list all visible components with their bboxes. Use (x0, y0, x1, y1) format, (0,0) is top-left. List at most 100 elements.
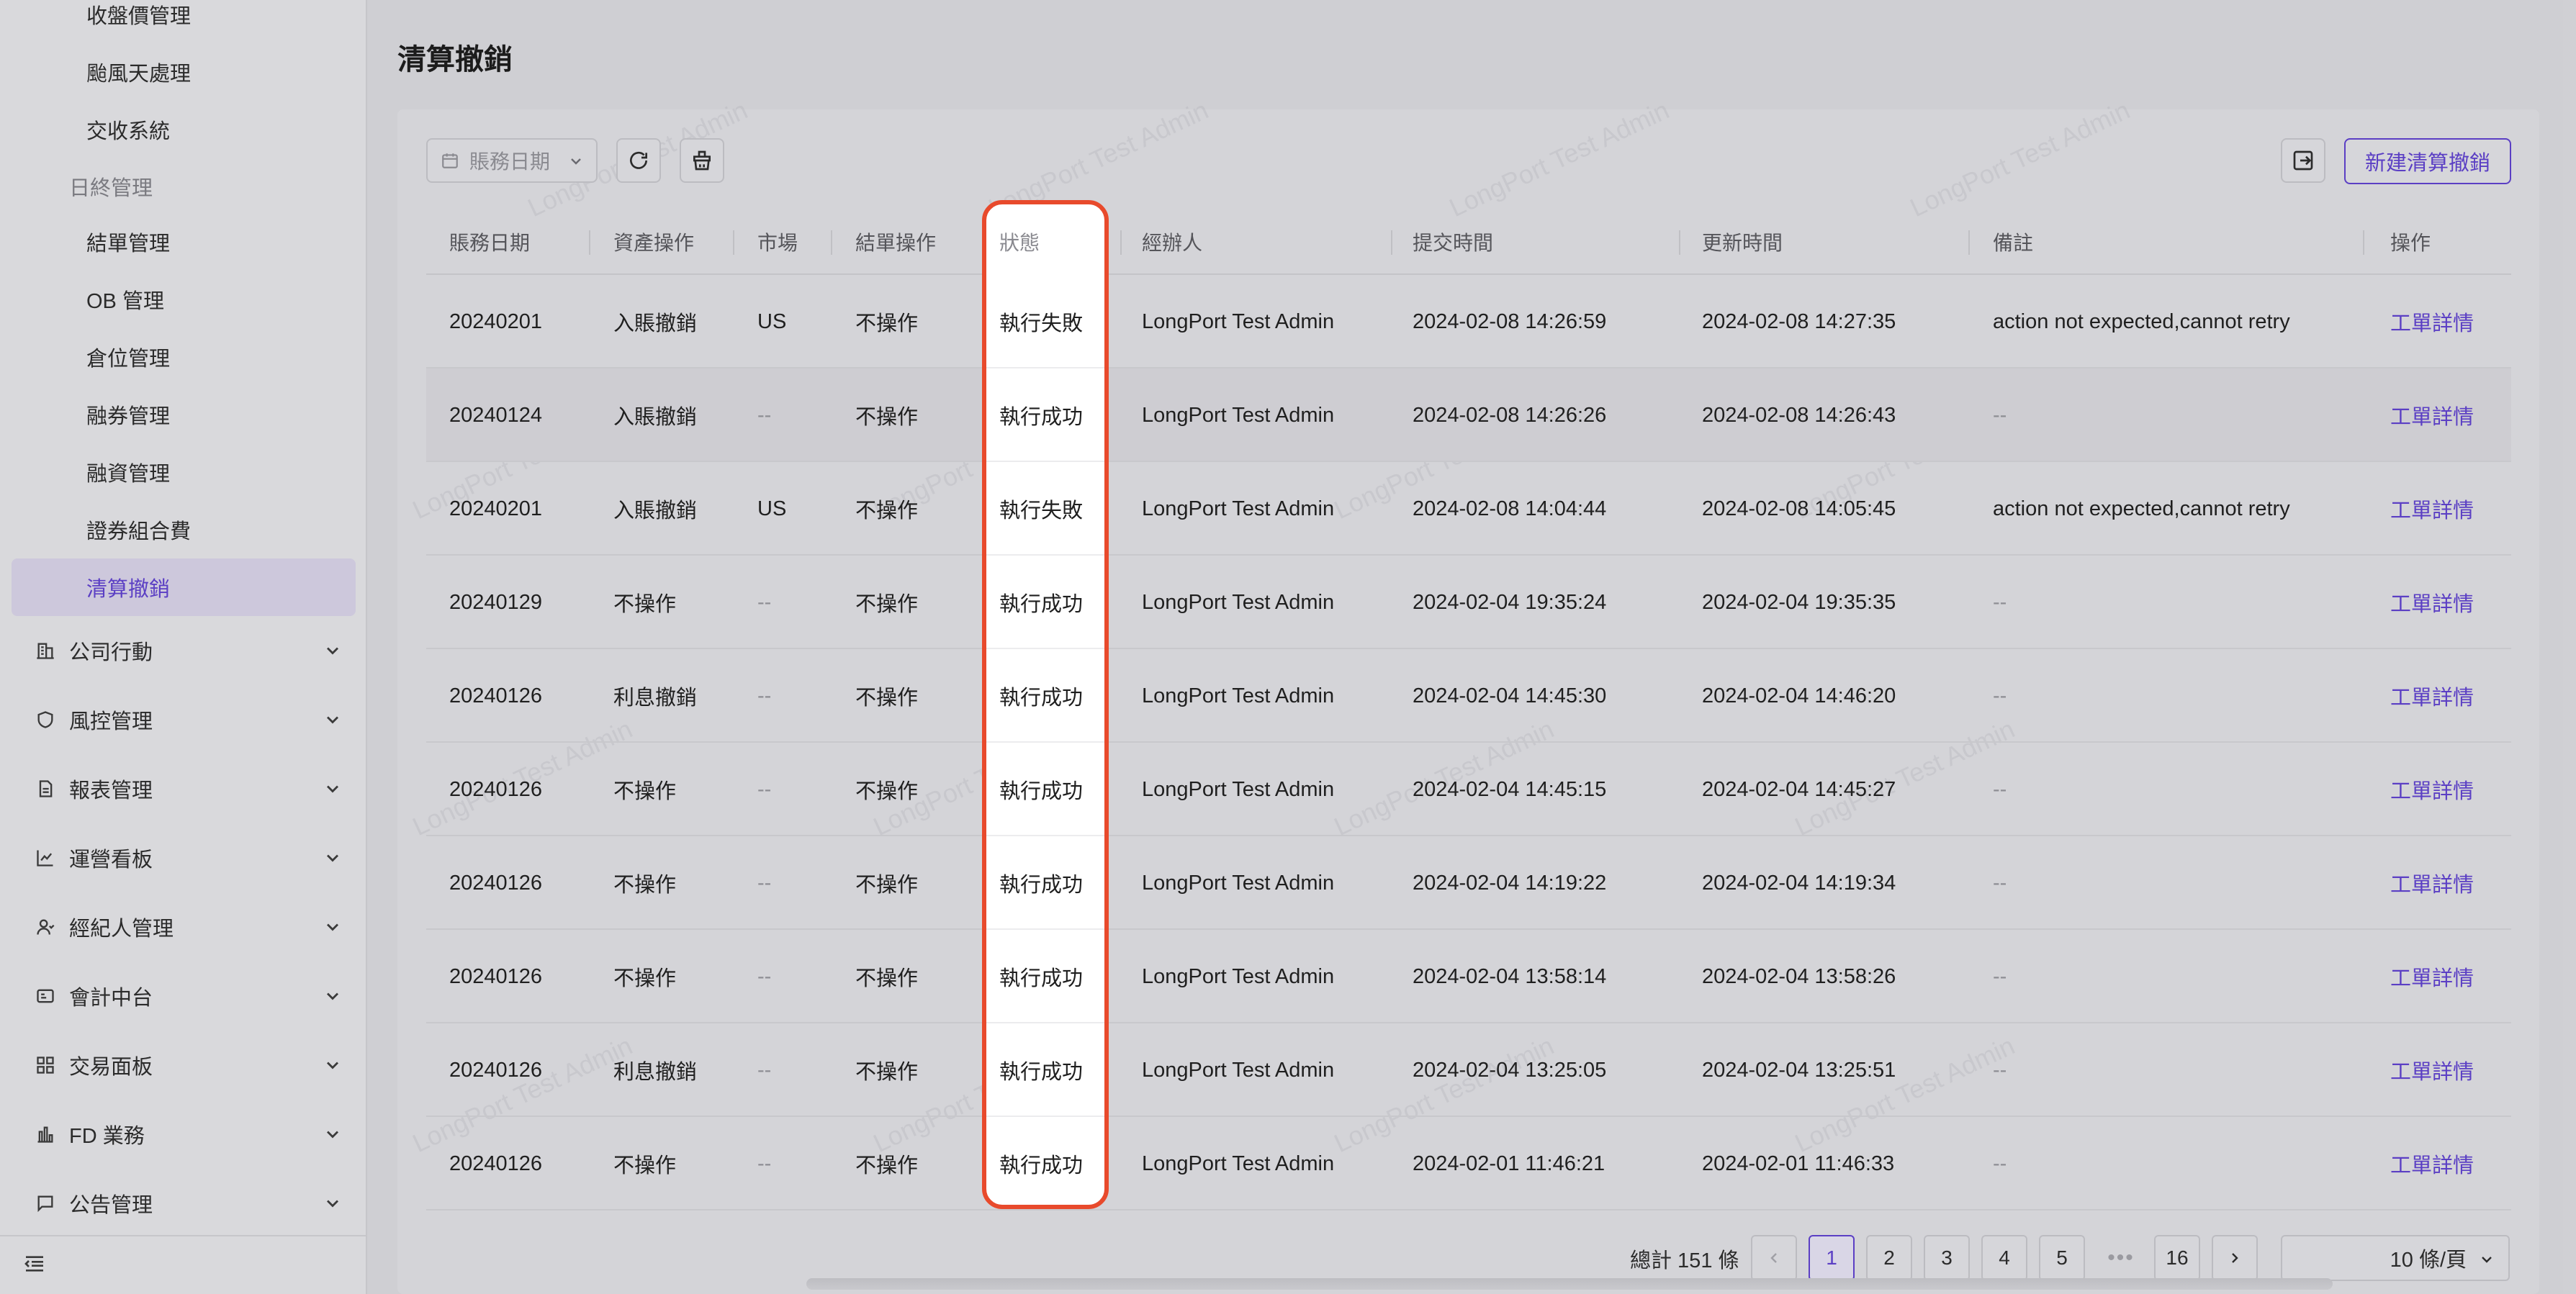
cell-submitted: 2024-02-04 13:25:05 (1413, 1058, 1607, 1082)
column-header-updated[interactable]: 更新時間 (1702, 209, 1783, 275)
table-row: 20240126 不操作 -- 不操作 LongPort Test Admin 2024-… (426, 930, 2511, 1023)
pagination-prev-button[interactable] (1751, 1235, 1797, 1281)
clear-filter-button[interactable] (680, 138, 724, 183)
cell-updated: 2024-02-01 11:46:33 (1702, 1152, 1895, 1175)
cell-updated: 2024-02-04 19:35:35 (1702, 590, 1896, 614)
cell-asset-op: 不操作 (613, 593, 677, 616)
sidebar-item-label: 結單管理 (86, 232, 171, 255)
work-order-detail-link[interactable]: 工單詳情 (2390, 930, 2474, 1023)
table-row: 20240126 不操作 -- 不操作 LongPort Test Admin 2024-… (426, 743, 2511, 836)
chevron-down-icon (327, 716, 338, 724)
cell-handler: LongPort Test Admin (1142, 403, 1335, 427)
cell-remark: -- (1993, 1152, 2007, 1175)
chevron-down-icon (2482, 1257, 2492, 1263)
work-order-detail-link[interactable]: 工單詳情 (2390, 368, 2474, 462)
cell-submitted: 2024-02-04 14:19:22 (1413, 871, 1607, 895)
cell-submitted: 2024-02-08 14:26:26 (1413, 403, 1607, 427)
column-divider (2363, 230, 2364, 255)
page-size-select[interactable]: 10 條/頁 (2281, 1235, 2510, 1281)
sidebar-group-fd[interactable]: FD 業務 (0, 1105, 367, 1163)
sidebar-item-label: 交收系統 (86, 120, 171, 143)
date-filter-select[interactable]: 賬務日期 (426, 138, 598, 183)
column-header-date[interactable]: 賬務日期 (449, 209, 530, 275)
sidebar-item-typhoon[interactable]: 颱風天處理 (0, 43, 367, 101)
column-header-handler[interactable]: 經辦人 (1142, 209, 1202, 275)
sidebar-item-label: 證券組合費 (86, 520, 192, 543)
sidebar-group-trading-panel[interactable]: 交易面板 (0, 1036, 367, 1094)
work-order-detail-link[interactable]: 工單詳情 (2390, 462, 2474, 556)
sidebar-item-closing-price[interactable]: 收盤價管理 (0, 0, 367, 43)
sidebar-item-statement[interactable]: 結單管理 (0, 213, 367, 271)
sidebar-footer (0, 1235, 367, 1294)
sidebar-item-position[interactable]: 倉位管理 (0, 328, 367, 386)
chevron-down-icon (327, 785, 338, 793)
sidebar-group-reports[interactable]: 報表管理 (0, 760, 367, 818)
sidebar-group-broker[interactable]: 經紀人管理 (0, 898, 367, 956)
cell-handler: LongPort Test Admin (1142, 964, 1335, 988)
cell-market: US (757, 309, 787, 333)
chart-icon (35, 847, 56, 869)
horizontal-scrollbar[interactable] (806, 1278, 2333, 1290)
cell-submitted: 2024-02-01 11:46:21 (1413, 1152, 1606, 1175)
cell-statement-op: 不操作 (855, 312, 919, 335)
cell-asset-op: 入賬撤銷 (613, 312, 698, 335)
pagination-next-button[interactable] (2212, 1235, 2258, 1281)
column-header-market[interactable]: 市場 (757, 209, 798, 275)
column-header-asset-op[interactable]: 資產操作 (613, 209, 694, 275)
collapse-menu-icon[interactable] (23, 1252, 46, 1275)
pagination-page-3[interactable]: 3 (1924, 1235, 1970, 1281)
sidebar-item-margin-financing[interactable]: 融資管理 (0, 443, 367, 501)
column-header-status[interactable]: 狀態 (999, 209, 1040, 275)
sidebar-item-securities-lending[interactable]: 融券管理 (0, 386, 367, 443)
sidebar-group-label: 風控管理 (69, 710, 153, 733)
refresh-button[interactable] (616, 138, 661, 183)
work-order-detail-link[interactable]: 工單詳情 (2390, 1117, 2474, 1211)
broom-icon (693, 150, 711, 171)
sidebar-item-ob[interactable]: OB 管理 (0, 271, 367, 328)
cell-handler: LongPort Test Admin (1142, 871, 1335, 895)
chevron-left-icon (1770, 1253, 1777, 1263)
cell-asset-op: 不操作 (613, 780, 677, 803)
sidebar-item-clearing-reversal[interactable]: 清算撤銷 (12, 558, 356, 616)
sidebar-item-portfolio-fee[interactable]: 證券組合費 (0, 501, 367, 558)
export-button[interactable] (2281, 138, 2325, 183)
pagination-page-4[interactable]: 4 (1981, 1235, 2027, 1281)
sidebar-group-announcement[interactable]: 公告管理 (0, 1175, 367, 1232)
work-order-detail-link[interactable]: 工單詳情 (2390, 649, 2474, 743)
chevron-down-icon (327, 923, 338, 931)
pagination-page-5[interactable]: 5 (2039, 1235, 2085, 1281)
work-order-detail-link[interactable]: 工單詳情 (2390, 1023, 2474, 1117)
column-divider (1391, 230, 1392, 255)
work-order-detail-link[interactable]: 工單詳情 (2390, 275, 2474, 368)
work-order-detail-link[interactable]: 工單詳情 (2390, 743, 2474, 836)
cell-market: -- (757, 590, 772, 614)
sidebar-group-corporate-action[interactable]: 公司行動 (0, 622, 367, 679)
cell-submitted: 2024-02-04 14:45:30 (1413, 684, 1607, 707)
sidebar-group-ops-dashboard[interactable]: 運營看板 (0, 829, 367, 887)
column-header-submitted[interactable]: 提交時間 (1413, 209, 1493, 275)
column-header-remark[interactable]: 備註 (1993, 209, 2033, 275)
user-icon (35, 916, 56, 938)
building-icon (35, 640, 56, 661)
cell-asset-op: 不操作 (613, 1154, 677, 1177)
column-header-action[interactable]: 操作 (2390, 209, 2431, 275)
cell-date: 20240126 (449, 1058, 543, 1082)
sidebar-item-label: 收盤價管理 (86, 5, 192, 28)
sidebar-group-risk[interactable]: 風控管理 (0, 691, 367, 748)
column-header-statement-op[interactable]: 結單操作 (855, 209, 936, 275)
sidebar-group-accounting[interactable]: 會計中台 (0, 967, 367, 1025)
new-clearing-reversal-button[interactable]: 新建清算撤銷 (2344, 138, 2511, 184)
work-order-detail-link[interactable]: 工單詳情 (2390, 556, 2474, 649)
pagination-ellipsis[interactable]: ••• (2098, 1235, 2144, 1281)
cell-updated: 2024-02-08 14:05:45 (1702, 497, 1896, 520)
sidebar-item-settlement-system[interactable]: 交收系統 (0, 101, 367, 158)
cell-date: 20240201 (449, 309, 543, 333)
pagination-page-last[interactable]: 16 (2154, 1235, 2200, 1281)
date-filter-placeholder: 賬務日期 (469, 150, 551, 173)
work-order-detail-link[interactable]: 工單詳情 (2390, 836, 2474, 930)
cell-market: -- (757, 403, 772, 427)
cell-asset-op: 利息撤銷 (613, 687, 698, 710)
pagination-page-1[interactable]: 1 (1809, 1235, 1855, 1281)
pagination-page-2[interactable]: 2 (1866, 1235, 1912, 1281)
vertical-scrollbar[interactable] (2563, 0, 2576, 1294)
